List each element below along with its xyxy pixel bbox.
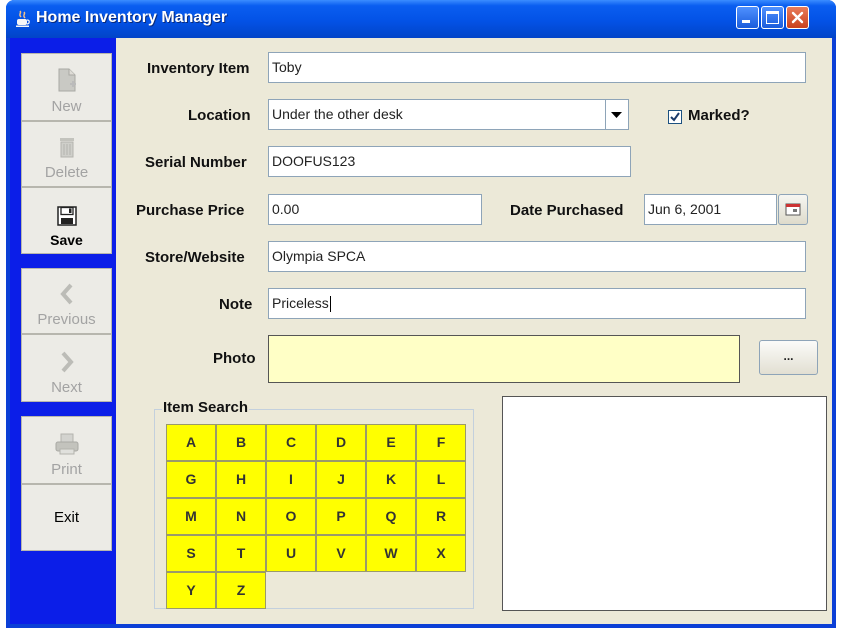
text-caret bbox=[329, 296, 331, 313]
title-bar[interactable]: Home Inventory Manager bbox=[6, 0, 836, 38]
letter-button-m[interactable]: M bbox=[166, 498, 216, 535]
letter-button-u[interactable]: U bbox=[266, 535, 316, 572]
save-button[interactable]: Save bbox=[21, 187, 112, 254]
inventory-form: Inventory Item Toby Location Under the o… bbox=[116, 38, 832, 624]
note-label: Note bbox=[219, 296, 253, 313]
letter-button-a[interactable]: A bbox=[166, 424, 216, 461]
letter-button-c[interactable]: C bbox=[266, 424, 316, 461]
letter-button-p[interactable]: P bbox=[316, 498, 366, 535]
letter-button-y[interactable]: Y bbox=[166, 572, 216, 609]
close-icon bbox=[791, 11, 804, 24]
marked-label: Marked? bbox=[688, 107, 750, 124]
previous-button-label: Previous bbox=[37, 311, 96, 328]
date-purchased-label: Date Purchased bbox=[510, 202, 624, 219]
exit-button-label: Exit bbox=[53, 509, 79, 526]
purchase-price-label: Purchase Price bbox=[136, 202, 245, 219]
letter-button-h[interactable]: H bbox=[216, 461, 266, 498]
next-button-label: Next bbox=[51, 379, 82, 396]
printer-icon bbox=[55, 433, 78, 455]
letter-button-f[interactable]: F bbox=[416, 424, 466, 461]
purchase-price-field[interactable]: 0.00 bbox=[268, 194, 482, 225]
new-document-icon bbox=[58, 68, 76, 92]
floppy-disk-icon bbox=[56, 206, 77, 226]
store-website-field[interactable]: Olympia SPCA bbox=[268, 241, 806, 272]
letter-button-l[interactable]: L bbox=[416, 461, 466, 498]
inventory-item-field[interactable]: Toby bbox=[268, 52, 806, 83]
save-button-label: Save bbox=[50, 232, 83, 248]
close-button[interactable] bbox=[786, 6, 809, 29]
letter-button-v[interactable]: V bbox=[316, 535, 366, 572]
app-window: Home Inventory Manager New Delete Save P… bbox=[6, 0, 836, 628]
calendar-icon bbox=[785, 203, 801, 216]
window-title: Home Inventory Manager bbox=[36, 9, 228, 26]
photo-path-field[interactable] bbox=[268, 335, 740, 383]
letter-button-o[interactable]: O bbox=[266, 498, 316, 535]
serial-number-label: Serial Number bbox=[145, 154, 247, 171]
letter-button-r[interactable]: R bbox=[416, 498, 466, 535]
letter-button-d[interactable]: D bbox=[316, 424, 366, 461]
maximize-button[interactable] bbox=[761, 6, 784, 29]
minimize-icon bbox=[742, 20, 750, 23]
store-website-label: Store/Website bbox=[145, 249, 245, 266]
date-picker-button[interactable] bbox=[778, 194, 808, 225]
letter-button-x[interactable]: X bbox=[416, 535, 466, 572]
chevron-right-icon bbox=[61, 351, 74, 373]
letter-button-n[interactable]: N bbox=[216, 498, 266, 535]
letter-button-b[interactable]: B bbox=[216, 424, 266, 461]
new-button[interactable]: New bbox=[21, 53, 112, 121]
chevron-down-icon bbox=[611, 112, 622, 118]
letter-button-e[interactable]: E bbox=[366, 424, 416, 461]
marked-checkbox[interactable] bbox=[668, 110, 682, 124]
previous-button[interactable]: Previous bbox=[21, 268, 112, 334]
letter-button-s[interactable]: S bbox=[166, 535, 216, 572]
maximize-icon bbox=[766, 11, 779, 24]
letter-button-k[interactable]: K bbox=[366, 461, 416, 498]
letter-button-z[interactable]: Z bbox=[216, 572, 266, 609]
next-button[interactable]: Next bbox=[21, 334, 112, 402]
letter-button-q[interactable]: Q bbox=[366, 498, 416, 535]
letter-button-i[interactable]: I bbox=[266, 461, 316, 498]
exit-button[interactable]: Exit bbox=[21, 484, 112, 551]
photo-browse-button[interactable]: ... bbox=[759, 340, 818, 375]
location-combo[interactable]: Under the other desk bbox=[268, 99, 606, 130]
java-cup-icon bbox=[16, 10, 30, 27]
letter-button-t[interactable]: T bbox=[216, 535, 266, 572]
minimize-button[interactable] bbox=[736, 6, 759, 29]
chevron-left-icon bbox=[59, 283, 72, 305]
new-button-label: New bbox=[51, 98, 82, 115]
photo-preview bbox=[502, 396, 827, 611]
item-search-title: Item Search bbox=[162, 399, 250, 416]
toolbar-sidebar: New Delete Save Previous Next Print Exit bbox=[10, 38, 116, 624]
inventory-item-label: Inventory Item bbox=[147, 60, 250, 77]
client-area: New Delete Save Previous Next Print Exit… bbox=[10, 38, 832, 624]
serial-number-field[interactable]: DOOFUS123 bbox=[268, 146, 631, 177]
location-label: Location bbox=[188, 107, 251, 124]
letter-button-w[interactable]: W bbox=[366, 535, 416, 572]
location-dropdown-button[interactable] bbox=[606, 99, 629, 130]
checkmark-icon bbox=[670, 112, 680, 122]
print-button[interactable]: Print bbox=[21, 416, 112, 484]
delete-button-label: Delete bbox=[44, 164, 89, 181]
letter-button-g[interactable]: G bbox=[166, 461, 216, 498]
date-purchased-field[interactable]: Jun 6, 2001 bbox=[644, 194, 777, 225]
letter-button-j[interactable]: J bbox=[316, 461, 366, 498]
note-field[interactable]: Priceless bbox=[268, 288, 806, 319]
photo-label: Photo bbox=[213, 350, 256, 367]
note-text: Priceless bbox=[272, 295, 329, 311]
print-button-label: Print bbox=[51, 461, 82, 478]
delete-button[interactable]: Delete bbox=[21, 121, 112, 187]
trash-icon bbox=[59, 138, 74, 158]
